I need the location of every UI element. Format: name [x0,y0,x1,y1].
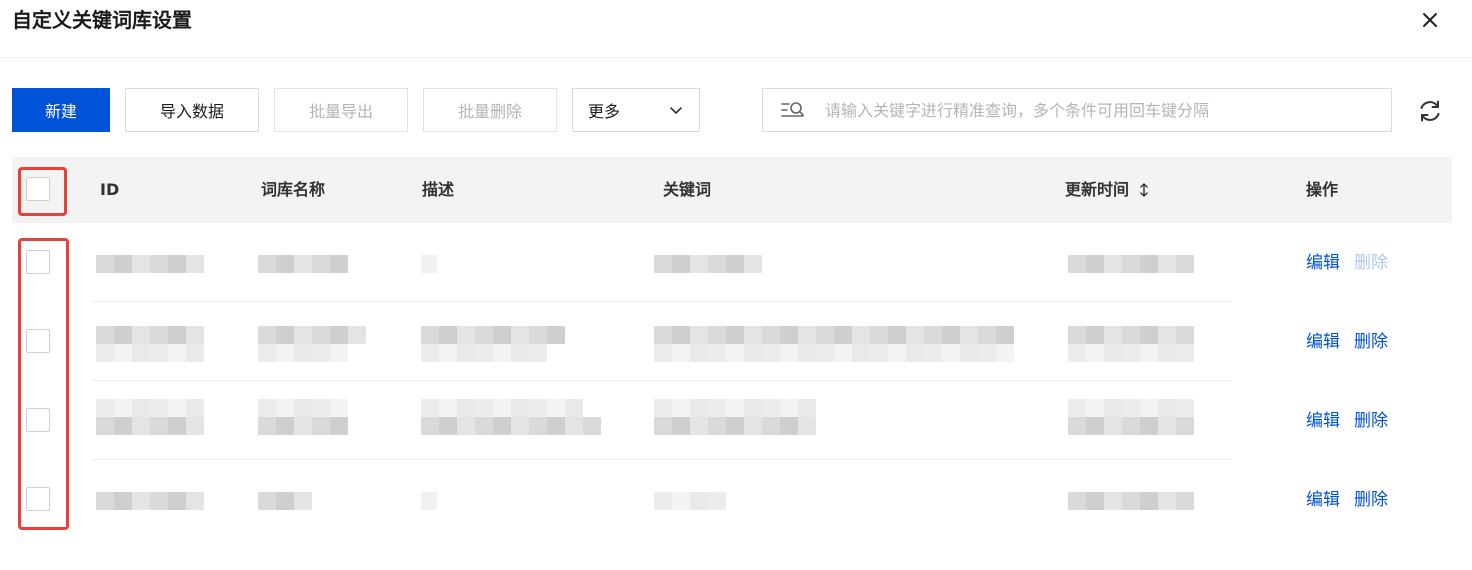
more-dropdown[interactable]: 更多 [572,88,700,132]
redacted-keywords-line2 [654,344,1014,362]
redacted-name-line2 [258,344,348,362]
redacted-updated-time-line2 [1068,344,1194,362]
new-button[interactable]: 新建 [12,88,110,132]
redacted-keywords [654,255,762,273]
column-header-updated-time-label: 更新时间 [1065,180,1130,199]
dialog-header: 自定义关键词库设置 [0,0,1472,58]
redacted-keywords-line2 [654,417,816,435]
edit-link[interactable]: 编辑 [1306,331,1340,353]
highlight-select-all [18,167,67,216]
column-header-id: ID [100,180,120,199]
redacted-updated-time [1068,399,1194,417]
redacted-description [421,326,565,344]
table-row: 编辑 删除 [12,381,1452,460]
redacted-name [258,255,348,273]
search-input[interactable] [825,97,1375,123]
redacted-keywords [654,399,816,417]
table-row: 编辑 删除 [12,223,1452,302]
refresh-icon[interactable] [1417,98,1443,124]
redacted-updated-time [1068,492,1194,510]
table-header: ID 词库名称 描述 关键词 更新时间 操作 [12,157,1452,223]
redacted-description [421,255,437,273]
table-row: 编辑 删除 [12,460,1452,539]
redacted-name [258,326,366,344]
redacted-id [96,399,204,417]
batch-export-button[interactable]: 批量导出 [274,88,408,132]
redacted-name [258,399,348,417]
more-dropdown-label: 更多 [588,102,621,121]
redacted-id [96,492,204,510]
dialog-title: 自定义关键词库设置 [12,8,192,32]
sort-icon[interactable] [1139,183,1149,197]
redacted-updated-time [1068,326,1194,344]
close-icon[interactable] [1418,8,1442,32]
redacted-description-line2 [421,344,547,362]
redacted-keywords [654,326,1014,344]
redacted-description-line2 [421,417,601,435]
column-header-updated-time[interactable]: 更新时间 [1065,179,1149,201]
delete-link[interactable]: 删除 [1354,489,1388,511]
redacted-keywords [654,492,726,510]
edit-link[interactable]: 编辑 [1306,410,1340,432]
column-header-description: 描述 [422,180,455,199]
table-row: 编辑 删除 [12,302,1452,381]
chevron-down-icon [670,107,682,114]
redacted-id [96,326,204,344]
column-header-actions: 操作 [1306,180,1339,199]
column-header-name: 词库名称 [261,180,326,199]
redacted-id [96,255,204,273]
delete-link[interactable]: 删除 [1354,252,1388,274]
redacted-id-line2 [96,344,204,362]
delete-link[interactable]: 删除 [1354,410,1388,432]
redacted-description [421,399,583,417]
delete-link[interactable]: 删除 [1354,331,1388,353]
highlight-row-checkboxes [18,238,69,530]
redacted-updated-time-line2 [1068,417,1194,435]
column-header-keywords: 关键词 [663,180,712,199]
redacted-description [421,492,437,510]
batch-delete-button[interactable]: 批量删除 [423,88,557,132]
search-box[interactable] [762,88,1392,132]
toolbar: 新建 导入数据 批量导出 批量删除 更多 [0,88,1472,134]
edit-link[interactable]: 编辑 [1306,252,1340,274]
redacted-updated-time [1068,255,1194,273]
edit-link[interactable]: 编辑 [1306,489,1340,511]
redacted-name [258,492,312,510]
redacted-id-line2 [96,417,204,435]
redacted-name-line2 [258,417,348,435]
import-data-button[interactable]: 导入数据 [125,88,259,132]
search-filter-icon [781,102,804,117]
